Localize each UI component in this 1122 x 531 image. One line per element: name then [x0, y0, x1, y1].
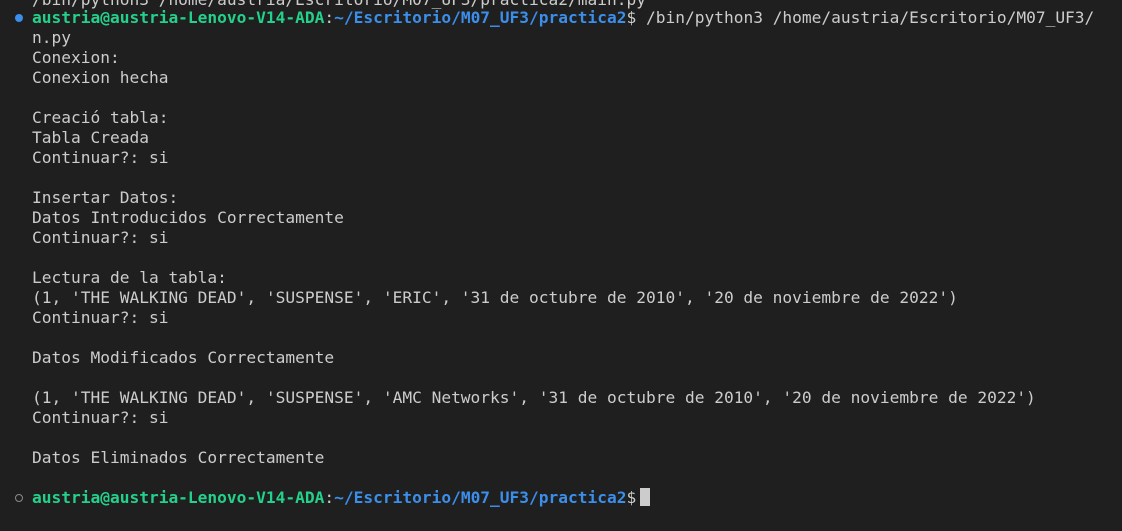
output-line: Continuar?: si — [32, 148, 169, 167]
command-wrap-line: n.py — [32, 28, 71, 47]
final-prompt-line[interactable]: austria@austria-Lenovo-V14-ADA:~/Escrito… — [32, 488, 651, 508]
output-line: Continuar?: si — [32, 228, 169, 247]
text-cursor[interactable] — [640, 488, 651, 506]
output-line: Lectura de la tabla: — [32, 268, 227, 287]
command-success-decoration-icon[interactable] — [15, 14, 23, 22]
output-line: Insertar Datos: — [32, 188, 179, 207]
prompt-dollar: $ — [626, 488, 637, 507]
output-line: Datos Introducidos Correctamente — [32, 208, 344, 227]
output-line: Continuar?: si — [32, 408, 169, 427]
terminal-panel[interactable]: /bin/python3 /home/austria/Escritorio/M0… — [0, 0, 1122, 531]
output-line: Conexion hecha — [32, 68, 169, 87]
output-line: Continuar?: si — [32, 308, 169, 327]
prompt-separator: : — [324, 488, 335, 507]
prompt-user-host: austria@austria-Lenovo-V14-ADA — [32, 8, 325, 27]
command-text: /bin/python3 /home/austria/Escritorio/M0… — [636, 8, 1095, 27]
output-line: (1, 'THE WALKING DEAD', 'SUSPENSE', 'AMC… — [32, 388, 1036, 407]
output-line: Tabla Creada — [32, 128, 149, 147]
prompt-dollar: $ — [626, 8, 637, 27]
command-prompt-line: austria@austria-Lenovo-V14-ADA:~/Escrito… — [32, 8, 1094, 28]
prompt-path: ~/Escritorio/M07_UF3/practica2 — [334, 488, 627, 507]
prompt-user-host: austria@austria-Lenovo-V14-ADA — [32, 488, 325, 507]
output-line: (1, 'THE WALKING DEAD', 'SUSPENSE', 'ERI… — [32, 288, 958, 307]
output-line: Creació tabla: — [32, 108, 169, 127]
output-line: Conexion: — [32, 48, 120, 67]
prompt-separator: : — [324, 8, 335, 27]
command-pending-decoration-icon[interactable] — [15, 494, 23, 502]
output-line: Datos Modificados Correctamente — [32, 348, 335, 367]
output-line: Datos Eliminados Correctamente — [32, 448, 325, 467]
prompt-path: ~/Escritorio/M07_UF3/practica2 — [334, 8, 627, 27]
